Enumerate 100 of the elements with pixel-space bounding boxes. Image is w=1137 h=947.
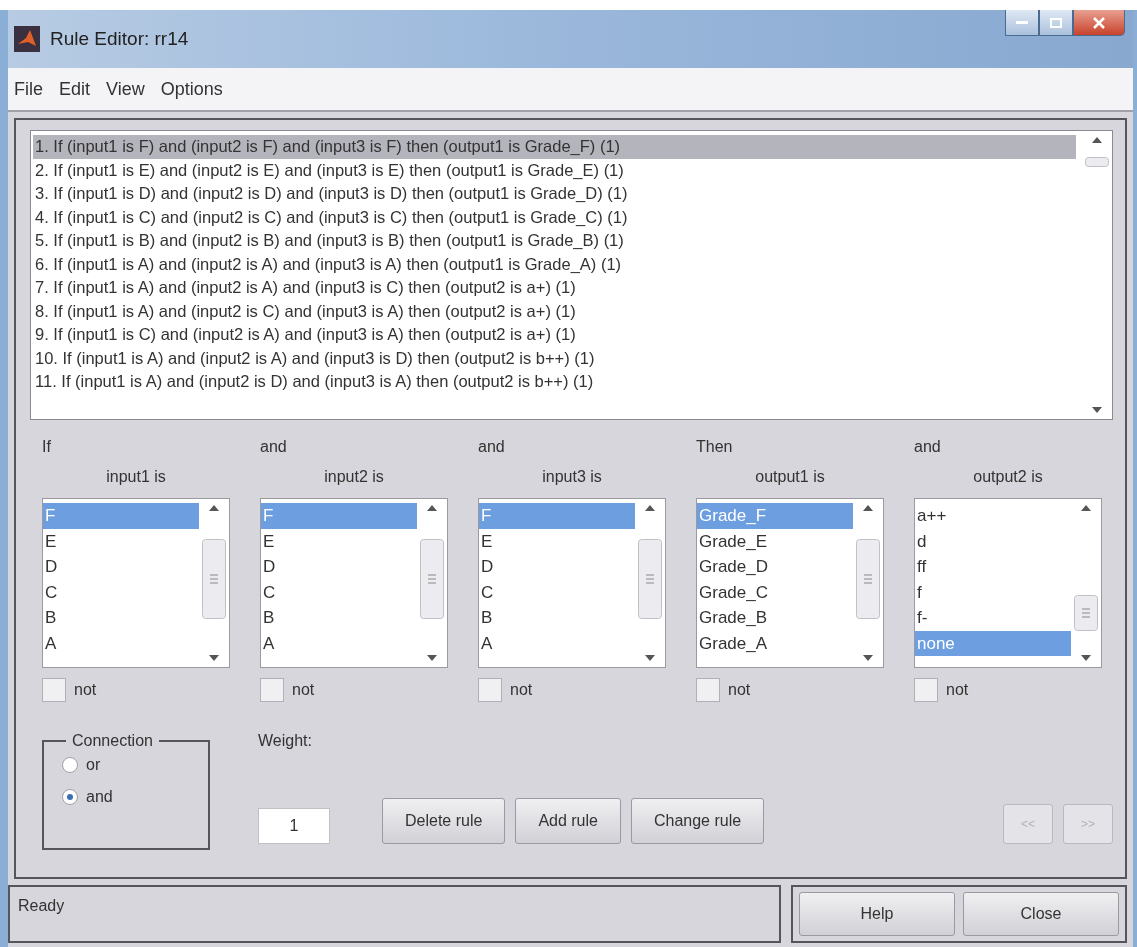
scroll-down-arrow-icon[interactable] xyxy=(427,655,437,661)
menu-item[interactable]: Options xyxy=(160,78,223,100)
not-label: not xyxy=(728,681,751,699)
term-item[interactable]: D xyxy=(479,554,635,580)
connection-title: Connection xyxy=(71,732,154,750)
term-item[interactable]: B xyxy=(261,605,417,631)
rule-list[interactable] xyxy=(30,130,1113,420)
term-item[interactable]: f- xyxy=(915,605,1071,631)
rule-item[interactable]: 5. If (input1 is B) and (input2 is B) and (input3 is B) then (output1 is Grade_B) (1) xyxy=(33,229,1076,253)
term-item[interactable]: A xyxy=(43,630,199,656)
rule-item[interactable]: 2. If (input1 is E) and (input2 is E) and (input3 is E) then (output1 is Grade_E) (1) xyxy=(33,158,1076,182)
menu-item[interactable]: File xyxy=(14,78,43,100)
term-item[interactable]: B xyxy=(43,605,199,631)
term-item[interactable]: Grade_C xyxy=(697,579,853,605)
close-icon xyxy=(1093,16,1105,29)
connective-label: and xyxy=(260,438,288,457)
scroll-up-arrow-icon[interactable] xyxy=(209,505,219,511)
not-checkbox[interactable] xyxy=(478,678,502,702)
scrollbar-thumb[interactable] xyxy=(1085,157,1109,167)
rule-item[interactable]: 4. If (input1 is C) and (input2 is C) and (input3 is C) then (output1 is Grade_C) (1) xyxy=(33,205,1076,229)
footer-button[interactable]: Help xyxy=(799,892,955,936)
scroll-down-arrow-icon[interactable] xyxy=(645,655,655,661)
rule-item[interactable]: 10. If (input1 is A) and (input2 is A) and (input3 is D) then (output2 is b++) (1) xyxy=(33,346,1076,370)
scroll-down-arrow-icon[interactable] xyxy=(1081,655,1091,661)
variable-label: output1 is xyxy=(755,468,825,486)
menu-item[interactable]: Edit xyxy=(59,78,91,100)
minimize-icon xyxy=(1016,20,1028,25)
term-item[interactable]: E xyxy=(479,528,635,554)
not-checkbox[interactable] xyxy=(696,678,720,702)
weight-field[interactable]: 1 xyxy=(258,808,330,844)
scrollbar-thumb[interactable] xyxy=(856,539,880,619)
term-item[interactable]: C xyxy=(43,579,199,605)
not-label: not xyxy=(292,681,315,699)
term-item[interactable]: C xyxy=(479,579,635,605)
radio-label: or xyxy=(86,756,101,774)
scroll-up-arrow-icon[interactable] xyxy=(1081,505,1091,511)
term-list[interactable]: F E D C B A xyxy=(478,498,666,668)
connective-label: and xyxy=(914,438,942,457)
term-item[interactable]: B xyxy=(479,605,635,631)
rule-item[interactable]: 8. If (input1 is A) and (input2 is C) and (input3 is A) then (output2 is a+) (1) xyxy=(33,299,1076,323)
term-item[interactable]: A xyxy=(479,630,635,656)
connective-label: Then xyxy=(696,438,734,457)
not-checkbox[interactable] xyxy=(42,678,66,702)
rule-item[interactable]: 6. If (input1 is A) and (input2 is A) and (input3 is A) then (output1 is Grade_A) (1) xyxy=(33,252,1076,276)
scroll-up-arrow-icon[interactable] xyxy=(427,505,437,511)
maximize-icon xyxy=(1050,17,1062,28)
scroll-up-arrow-icon[interactable] xyxy=(1092,137,1102,143)
minimize-button[interactable] xyxy=(1005,10,1039,36)
term-list[interactable]: F E D C B A xyxy=(260,498,448,668)
scroll-down-arrow-icon[interactable] xyxy=(863,655,873,661)
scroll-up-arrow-icon[interactable] xyxy=(863,505,873,511)
scrollbar-thumb[interactable] xyxy=(1074,595,1098,631)
window-title: Rule Editor: rr14 xyxy=(50,28,189,50)
scrollbar-thumb[interactable] xyxy=(420,539,444,619)
status-text: Ready xyxy=(8,885,781,943)
scrollbar-thumb[interactable] xyxy=(202,539,226,619)
radio-label: and xyxy=(86,788,113,806)
close-button[interactable] xyxy=(1073,10,1125,36)
scrollbar-thumb[interactable] xyxy=(638,539,662,619)
weight-label: Weight: xyxy=(258,732,313,750)
term-item[interactable]: A xyxy=(261,630,417,656)
variable-label: input2 is xyxy=(324,468,384,486)
connective-label: and xyxy=(478,438,506,457)
term-item[interactable]: D xyxy=(261,554,417,580)
not-label: not xyxy=(946,681,969,699)
radio-button[interactable] xyxy=(62,789,78,805)
connective-label: If xyxy=(42,438,52,457)
not-label: not xyxy=(74,681,97,699)
term-item[interactable]: a++ xyxy=(915,503,1071,529)
action-button[interactable]: Add rule xyxy=(515,798,621,844)
term-item[interactable]: ff xyxy=(915,554,1071,580)
action-button[interactable]: Change rule xyxy=(630,798,765,844)
term-item[interactable]: E xyxy=(261,528,417,554)
rule-item[interactable]: 3. If (input1 is D) and (input2 is D) and (input3 is D) then (output1 is Grade_D) (1) xyxy=(33,182,1076,206)
scroll-up-arrow-icon[interactable] xyxy=(645,505,655,511)
rule-item[interactable]: 11. If (input1 is A) and (input2 is D) and (input3 is A) then (output2 is b++) (1) xyxy=(33,370,1076,394)
radio-button[interactable] xyxy=(62,757,78,773)
rule-item[interactable]: 9. If (input1 is C) and (input2 is A) and (input3 is A) then (output2 is a+) (1) xyxy=(33,323,1076,347)
term-list[interactable]: Grade_F Grade_E Grade_D Grade_C Grade_B Grade_A xyxy=(696,498,884,668)
rule-item[interactable]: 7. If (input1 is A) and (input2 is A) and (input3 is C) then (output2 is a+) (1) xyxy=(33,276,1076,300)
action-button[interactable]: Delete rule xyxy=(382,798,506,844)
menu-item[interactable]: View xyxy=(106,78,145,100)
term-list[interactable]: a++ d ff f f- none xyxy=(914,498,1102,668)
maximize-button[interactable] xyxy=(1039,10,1073,36)
rule-item[interactable]: 1. If (input1 is F) and (input2 is F) and (input3 is F) then (output1 is Grade_F) (1) xyxy=(33,135,1076,159)
term-item[interactable]: d xyxy=(915,528,1071,554)
not-checkbox[interactable] xyxy=(260,678,284,702)
term-item[interactable]: E xyxy=(43,528,199,554)
term-item[interactable]: Grade_B xyxy=(697,605,853,631)
term-item[interactable]: Grade_A xyxy=(697,630,853,656)
term-item[interactable]: C xyxy=(261,579,417,605)
scroll-down-arrow-icon[interactable] xyxy=(209,655,219,661)
term-list[interactable]: F E D C B A xyxy=(42,498,230,668)
not-checkbox[interactable] xyxy=(914,678,938,702)
footer-button[interactable]: Close xyxy=(963,892,1119,936)
term-item[interactable]: D xyxy=(43,554,199,580)
scroll-down-arrow-icon[interactable] xyxy=(1092,407,1102,413)
term-item[interactable]: Grade_D xyxy=(697,554,853,580)
term-item[interactable]: Grade_E xyxy=(697,528,853,554)
term-item[interactable]: f xyxy=(915,579,1071,605)
